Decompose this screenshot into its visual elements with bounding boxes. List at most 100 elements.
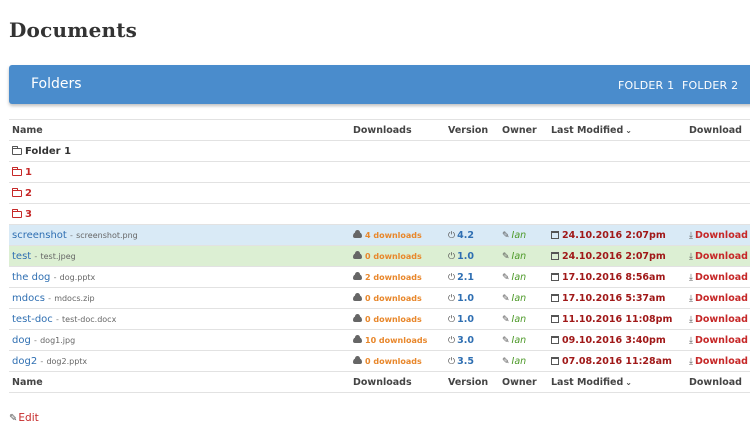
folder-cell[interactable]: 2	[9, 182, 750, 204]
downloads-cell: 0 downloads	[353, 308, 448, 330]
file-separator: -	[70, 230, 73, 240]
page-title: Documents	[9, 18, 138, 42]
download-link[interactable]: Download	[695, 230, 748, 241]
folder-row[interactable]: 3	[9, 203, 750, 225]
download-cell: ⤓ Download	[689, 245, 750, 267]
table-footer-row: Name Downloads Version Owner Last Modifi…	[9, 371, 750, 393]
col-download-footer[interactable]: Download	[689, 371, 750, 393]
folder-cell[interactable]: 1	[9, 161, 750, 183]
download-cell: ⤓ Download	[689, 224, 750, 246]
download-icon: ⤓	[689, 293, 693, 304]
nav-folder-1[interactable]: FOLDER 1	[618, 79, 674, 92]
modified-date: 17.10.2016 8:56am	[562, 271, 666, 283]
file-filename: screenshot.png	[76, 230, 138, 240]
calendar-icon	[551, 293, 559, 302]
downloads-cell: 0 downloads	[353, 287, 448, 309]
download-count: 0 downloads	[365, 251, 422, 261]
pencil-icon: ✎	[502, 272, 510, 283]
file-title-link[interactable]: test	[12, 251, 31, 262]
download-link[interactable]: Download	[695, 272, 748, 283]
power-icon: ⏻	[448, 335, 456, 346]
calendar-icon	[551, 251, 559, 260]
folder-name[interactable]: 2	[25, 188, 32, 199]
version-cell: ⏻ 3.5	[448, 350, 502, 372]
file-separator: -	[48, 293, 51, 303]
owner-name: Ian	[511, 334, 527, 346]
downloads-cell: 10 downloads	[353, 329, 448, 351]
owner-cell: ✎ Ian	[502, 245, 551, 267]
nav-folder-2[interactable]: FOLDER 2	[682, 79, 738, 92]
folder-name[interactable]: Folder 1	[25, 146, 71, 157]
downloads-cell: 0 downloads	[353, 350, 448, 372]
downloads-cell: 0 downloads	[353, 245, 448, 267]
download-cell: ⤓ Download	[689, 350, 750, 372]
col-version-footer[interactable]: Version	[448, 371, 502, 393]
download-count: 10 downloads	[365, 335, 428, 345]
modified-date: 24.10.2016 2:07pm	[562, 250, 666, 262]
owner-name: Ian	[511, 292, 527, 304]
calendar-icon	[551, 314, 559, 323]
modified-date: 07.08.2016 11:28am	[562, 355, 672, 367]
calendar-icon	[551, 356, 559, 365]
edit-label: Edit	[18, 412, 39, 424]
col-name-footer[interactable]: Name	[9, 371, 353, 393]
owner-cell: ✎ Ian	[502, 350, 551, 372]
col-download-header[interactable]: Download	[689, 119, 750, 141]
col-last-modified-label: Last Modified	[551, 124, 624, 136]
power-icon: ⏻	[448, 293, 456, 304]
pencil-icon: ✎	[502, 251, 510, 262]
folder-name[interactable]: 1	[25, 167, 32, 178]
col-last-modified-footer[interactable]: Last Modified ⌄	[551, 371, 689, 393]
download-link[interactable]: Download	[695, 335, 748, 346]
folder-row[interactable]: Folder 1	[9, 140, 750, 162]
modified-date: 11.10.2016 11:08pm	[562, 313, 673, 325]
download-count: 2 downloads	[365, 272, 422, 282]
power-icon: ⏻	[448, 230, 456, 241]
col-owner-header[interactable]: Owner	[502, 119, 551, 141]
version-number: 2.1	[457, 271, 474, 283]
modified-cell: 24.10.2016 2:07pm	[551, 245, 689, 267]
download-link[interactable]: Download	[695, 314, 748, 325]
modified-cell: 24.10.2016 2:07pm	[551, 224, 689, 246]
col-downloads-footer[interactable]: Downloads	[353, 371, 448, 393]
file-title-link[interactable]: dog2	[12, 356, 37, 367]
folder-name[interactable]: 3	[25, 209, 32, 220]
folder-row[interactable]: 2	[9, 182, 750, 204]
folder-cell[interactable]: 3	[9, 203, 750, 225]
col-last-modified-header[interactable]: Last Modified ⌄	[551, 119, 689, 141]
version-cell: ⏻ 2.1	[448, 266, 502, 288]
col-downloads-header[interactable]: Downloads	[353, 119, 448, 141]
file-name-cell: test - test.jpeg	[9, 245, 353, 267]
file-name-cell: test-doc - test-doc.docx	[9, 308, 353, 330]
download-link[interactable]: Download	[695, 251, 748, 262]
download-icon: ⤓	[689, 230, 693, 241]
download-count: 0 downloads	[365, 293, 422, 303]
version-cell: ⏻ 4.2	[448, 224, 502, 246]
col-owner-footer[interactable]: Owner	[502, 371, 551, 393]
owner-name: Ian	[511, 250, 527, 262]
col-version-header[interactable]: Version	[448, 119, 502, 141]
owner-name: Ian	[511, 355, 527, 367]
download-link[interactable]: Download	[695, 293, 748, 304]
file-title-link[interactable]: test-doc	[12, 314, 53, 325]
file-title-link[interactable]: dog	[12, 335, 31, 346]
modified-cell: 11.10.2016 11:08pm	[551, 308, 689, 330]
folder-cell[interactable]: Folder 1	[9, 140, 750, 162]
file-title-link[interactable]: the dog	[12, 272, 50, 283]
edit-link[interactable]: ✎Edit	[9, 412, 39, 424]
col-name-header[interactable]: Name	[9, 119, 353, 141]
version-number: 3.5	[457, 355, 474, 367]
file-filename: mdocs.zip	[54, 293, 95, 303]
folder-row[interactable]: 1	[9, 161, 750, 183]
owner-name: Ian	[511, 313, 527, 325]
file-title-link[interactable]: mdocs	[12, 293, 45, 304]
version-cell: ⏻ 1.0	[448, 308, 502, 330]
modified-cell: 17.10.2016 8:56am	[551, 266, 689, 288]
folders-bar: Folders FOLDER 1 FOLDER 2	[9, 65, 750, 104]
download-link[interactable]: Download	[695, 356, 748, 367]
file-filename: dog.pptx	[59, 272, 96, 282]
folder-icon	[12, 187, 22, 197]
owner-cell: ✎ Ian	[502, 287, 551, 309]
file-name-cell: dog - dog1.jpg	[9, 329, 353, 351]
file-title-link[interactable]: screenshot	[12, 230, 67, 241]
